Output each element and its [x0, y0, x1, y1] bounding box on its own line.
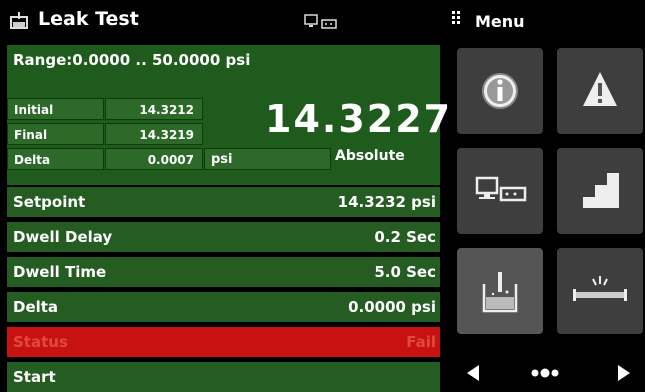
initial-value: 14.3212 — [139, 103, 194, 117]
setpoint-row[interactable]: Setpoint 14.3232 psi — [7, 185, 440, 217]
pressure-reading: 14.3227 — [265, 97, 453, 141]
final-value-cell: 14.3219 — [105, 123, 203, 145]
title-bar: Leak Test Menu — [0, 0, 645, 40]
initial-value-cell: 14.3212 — [105, 98, 203, 120]
next-page-icon[interactable] — [617, 364, 631, 382]
delta-label-cell: Delta — [7, 148, 104, 170]
status-label: Status — [13, 333, 68, 351]
warning-icon — [583, 72, 617, 106]
delta-value-cell: 0.0007 — [105, 148, 203, 170]
status-value: Fail — [406, 333, 436, 351]
remote-display-icon — [475, 176, 527, 202]
step-button[interactable] — [557, 148, 643, 234]
pressure-mode: Absolute — [335, 148, 405, 164]
remote-icon[interactable] — [304, 14, 338, 30]
dwell-delay-row[interactable]: Dwell Delay 0.2 Sec — [7, 220, 440, 252]
delta-result-label: Delta — [14, 153, 51, 167]
info-button[interactable] — [457, 48, 543, 134]
warning-button[interactable] — [557, 48, 643, 134]
dwell-time-label: Dwell Time — [13, 263, 107, 281]
remote-display-button[interactable] — [457, 148, 543, 234]
burst-test-icon — [573, 276, 627, 301]
unit-label: psi — [211, 152, 233, 167]
initial-label-cell: Initial — [7, 98, 104, 120]
delta-row[interactable]: Delta 0.0000 psi — [7, 290, 440, 322]
dwell-time-row[interactable]: Dwell Time 5.0 Sec — [7, 255, 440, 287]
final-value: 14.3219 — [139, 128, 194, 142]
leak-test-icon — [482, 272, 518, 313]
initial-label: Initial — [14, 103, 54, 117]
status-row: Status Fail — [7, 325, 440, 357]
setpoint-label: Setpoint — [13, 193, 86, 211]
dwell-delay-label: Dwell Delay — [13, 228, 113, 246]
leak-test-button[interactable] — [457, 248, 543, 334]
range-label: Range:0.0000 .. 50.0000 psi — [13, 51, 251, 69]
dwell-time-value: 5.0 Sec — [374, 263, 436, 281]
page-indicator-icon — [531, 368, 559, 378]
setpoint-value: 14.3232 psi — [337, 193, 436, 211]
menu-grid-icon[interactable] — [452, 11, 460, 25]
delta-result-value: 0.0007 — [147, 153, 194, 167]
leak-test-icon — [10, 12, 28, 29]
delta-value: 0.0000 psi — [348, 298, 436, 316]
info-icon — [482, 73, 518, 109]
menu-label[interactable]: Menu — [475, 12, 525, 31]
leak-test-panel: Range:0.0000 .. 50.0000 psi Initial 14.3… — [7, 45, 450, 392]
unit-field[interactable]: psi — [204, 148, 331, 170]
step-icon — [583, 173, 619, 208]
start-row[interactable]: Start — [7, 360, 440, 392]
reading-panel: Range:0.0000 .. 50.0000 psi Initial 14.3… — [7, 45, 450, 185]
start-button[interactable]: Start — [13, 368, 56, 386]
page-title: Leak Test — [38, 8, 139, 30]
burst-test-button[interactable] — [557, 248, 643, 334]
dwell-delay-value: 0.2 Sec — [374, 228, 436, 246]
final-label-cell: Final — [7, 123, 104, 145]
previous-page-icon[interactable] — [466, 364, 480, 382]
delta-label: Delta — [13, 298, 59, 316]
final-label: Final — [14, 128, 48, 142]
